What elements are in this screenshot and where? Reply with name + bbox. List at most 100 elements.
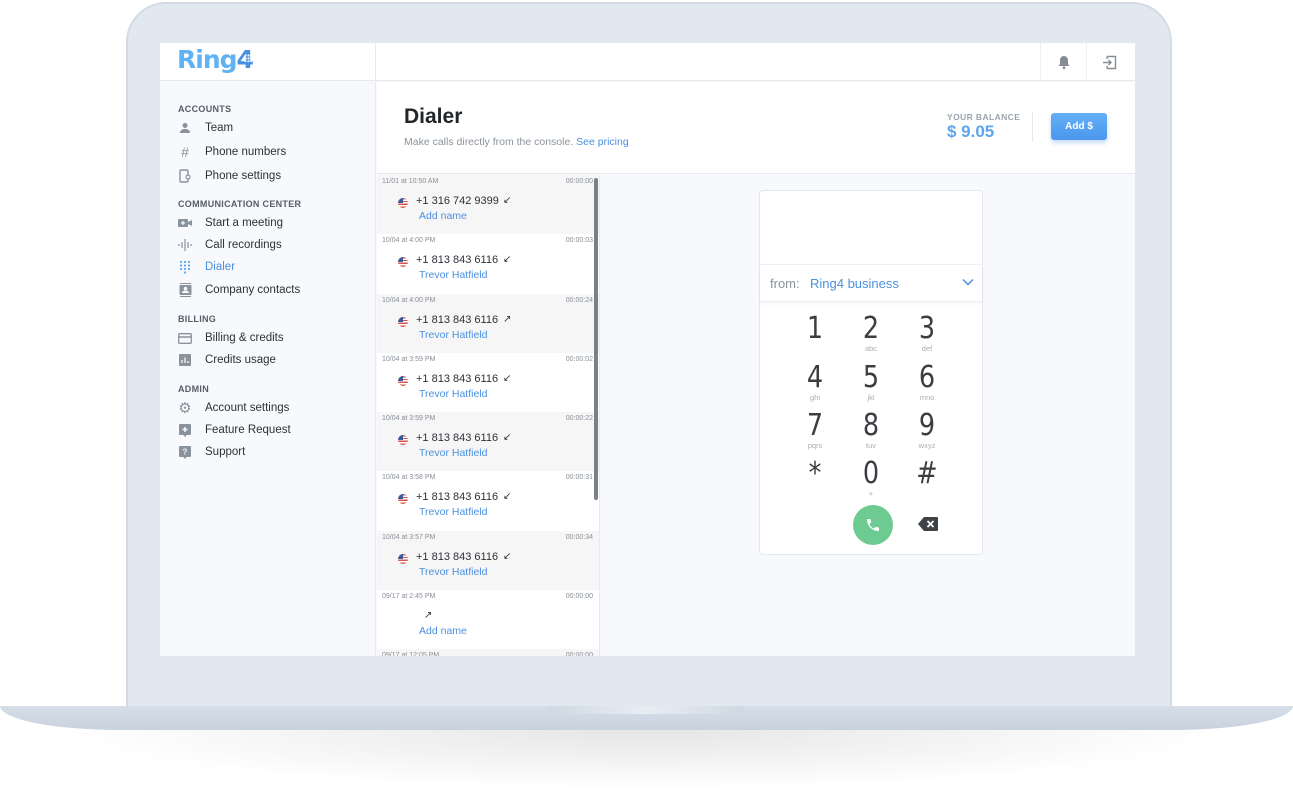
sidebar-item-phone-settings[interactable]: Phone settings <box>178 166 368 186</box>
sidebar-item-billing-credits[interactable]: Billing & credits <box>178 328 368 348</box>
key-0[interactable]: 0 + <box>846 458 896 504</box>
call-duration: 00:00:31 <box>565 474 593 482</box>
call-list-item[interactable]: 09/17 at 12:05 PM 00:00:00 <box>377 649 599 656</box>
subtitle-text: Make calls directly from the console. <box>404 136 574 148</box>
sidebar-item-team[interactable]: Team <box>178 118 368 138</box>
contact-name-link[interactable]: Trevor Hatfield <box>419 447 487 459</box>
call-duration: 00:00:22 <box>565 415 593 423</box>
sidebar-item-label: Start a meeting <box>205 217 283 229</box>
incoming-call-icon: ↙ <box>503 491 512 503</box>
us-flag-icon <box>398 257 408 268</box>
credit-card-icon <box>178 331 192 345</box>
backspace-button[interactable] <box>918 517 938 533</box>
section-title-admin: ADMIN <box>178 384 209 394</box>
contact-name-link[interactable]: Trevor Hatfield <box>419 329 487 341</box>
outgoing-call-icon: ↗ <box>503 313 512 325</box>
sidebar-item-start-meeting[interactable]: Start a meeting <box>178 213 368 233</box>
us-flag-icon <box>398 553 408 564</box>
sidebar-item-label: Phone numbers <box>205 146 287 158</box>
key-letters: tuv <box>865 441 876 450</box>
contact-name-link[interactable]: Trevor Hatfield <box>419 388 487 400</box>
call-time: 11/01 at 10:50 AM <box>382 178 439 185</box>
sidebar-item-credits-usage[interactable]: Credits usage <box>178 350 368 370</box>
page-subtitle: Make calls directly from the console. Se… <box>404 136 629 148</box>
add-funds-button[interactable]: Add $ <box>1051 113 1107 140</box>
call-time: 09/17 at 2:45 PM <box>382 593 436 601</box>
call-list-item[interactable]: 10/04 at 3:57 PM 00:00:34 +1 813 843 6116 ↙… <box>377 530 599 591</box>
incoming-call-icon: ↙ <box>503 432 512 444</box>
from-label: from: <box>770 276 800 291</box>
key-5[interactable]: 5 jkl <box>846 362 896 408</box>
ring4-logo[interactable]: Ring4 <box>177 45 254 74</box>
balance-label: YOUR BALANCE <box>947 112 1021 122</box>
sidebar-item-feature-request[interactable]: Feature Request <box>178 420 368 440</box>
call-list-item[interactable]: 09/17 at 2:45 PM 00:00:00 ↗ Add name <box>377 590 599 649</box>
call-duration: 00:00:03 <box>565 237 593 245</box>
key-4[interactable]: 4 ghi <box>790 362 840 408</box>
key-digit: 4 <box>806 360 824 395</box>
contact-name-link[interactable]: Trevor Hatfield <box>419 566 487 578</box>
us-flag-icon <box>398 375 408 386</box>
device-mockup: Ring4 ACCOUNTS Team # Phone numbers <box>0 0 1293 800</box>
contact-name-link[interactable]: Trevor Hatfield <box>419 506 487 518</box>
call-number: +1 813 843 6116 <box>416 550 499 563</box>
call-button[interactable] <box>853 505 893 545</box>
call-list-item[interactable]: 10/04 at 3:59 PM 00:00:22 +1 813 843 6116 ↙… <box>377 412 599 472</box>
sidebar-item-company-contacts[interactable]: Company contacts <box>178 280 368 300</box>
call-list-scrollbar[interactable] <box>594 178 598 500</box>
contact-name-link[interactable]: Add name <box>419 210 467 222</box>
plus-box-icon <box>178 423 192 437</box>
laptop-shadow <box>60 730 1230 790</box>
key-star[interactable]: * <box>790 458 840 504</box>
bell-icon <box>1058 55 1069 69</box>
key-digit: # <box>916 456 938 491</box>
call-duration: 00:00:02 <box>565 355 593 363</box>
top-bar: Ring4 <box>160 43 1135 81</box>
incoming-call-icon: ↙ <box>503 254 512 266</box>
call-list-item[interactable]: 11/01 at 10:50 AM 00:00:00 +1 316 742 9399… <box>377 175 599 235</box>
sidebar-item-label: Support <box>205 446 246 458</box>
sidebar-item-label: Credits usage <box>205 354 276 366</box>
chevron-down-icon <box>962 278 974 286</box>
logout-icon <box>1102 55 1116 69</box>
key-letters: abc <box>864 344 878 353</box>
video-icon <box>178 216 192 230</box>
key-digit: 2 <box>862 311 880 346</box>
number-display[interactable] <box>760 191 982 265</box>
notifications-button[interactable] <box>1040 43 1086 81</box>
sidebar-item-support[interactable]: ? Support <box>178 442 368 462</box>
key-8[interactable]: 8 tuv <box>846 410 896 456</box>
sidebar-item-call-recordings[interactable]: Call recordings <box>178 235 368 255</box>
key-9[interactable]: 9 wxyz <box>902 410 952 456</box>
sidebar-item-label: Call recordings <box>205 239 282 251</box>
incoming-call-icon: ↙ <box>503 550 512 562</box>
key-7[interactable]: 7 pqrs <box>790 410 840 456</box>
dial-pad: from: Ring4 business 1 2 abc 3 def 4 ghi 5 jkl 6 m… <box>759 190 983 555</box>
from-number-select[interactable]: from: Ring4 business <box>760 266 982 302</box>
see-pricing-link[interactable]: See pricing <box>576 136 629 148</box>
sidebar-item-dialer[interactable]: Dialer <box>178 257 368 277</box>
call-list-item[interactable]: 10/04 at 3:59 PM 00:00:02 +1 813 843 6116 ↙… <box>377 353 599 412</box>
call-number: +1 813 843 6116 <box>416 313 499 326</box>
us-flag-icon <box>398 316 408 327</box>
contact-name-link[interactable]: Trevor Hatfield <box>419 269 487 281</box>
key-hash[interactable]: # <box>902 458 952 504</box>
call-duration: 00:00:24 <box>565 296 593 304</box>
contact-name-link[interactable]: Add name <box>419 625 467 637</box>
logout-button[interactable] <box>1086 43 1132 81</box>
key-6[interactable]: 6 mno <box>902 362 952 408</box>
call-list-item[interactable]: 10/04 at 4:00 PM 00:00:03 +1 813 843 6116 ↙… <box>377 234 599 293</box>
sidebar-item-account-settings[interactable]: ⚙ Account settings <box>178 398 368 418</box>
key-1[interactable]: 1 <box>790 313 840 359</box>
key-digit: 5 <box>862 360 880 395</box>
call-history-list[interactable]: 11/01 at 10:50 AM 00:00:00 +1 316 742 9399… <box>377 175 600 656</box>
outgoing-call-icon: ↗ <box>424 610 433 622</box>
key-digit: 9 <box>918 408 936 443</box>
call-list-item[interactable]: 10/04 at 4:00 PM 00:00:24 +1 813 843 6116 ↗… <box>377 293 599 353</box>
key-3[interactable]: 3 def <box>902 313 952 359</box>
key-2[interactable]: 2 abc <box>846 313 896 359</box>
dialpad-icon <box>178 260 192 274</box>
laptop-notch <box>548 706 744 714</box>
call-list-item[interactable]: 10/04 at 3:58 PM 00:00:31 +1 813 843 6116 ↙… <box>377 471 599 530</box>
sidebar-item-phone-numbers[interactable]: # Phone numbers <box>178 142 368 162</box>
